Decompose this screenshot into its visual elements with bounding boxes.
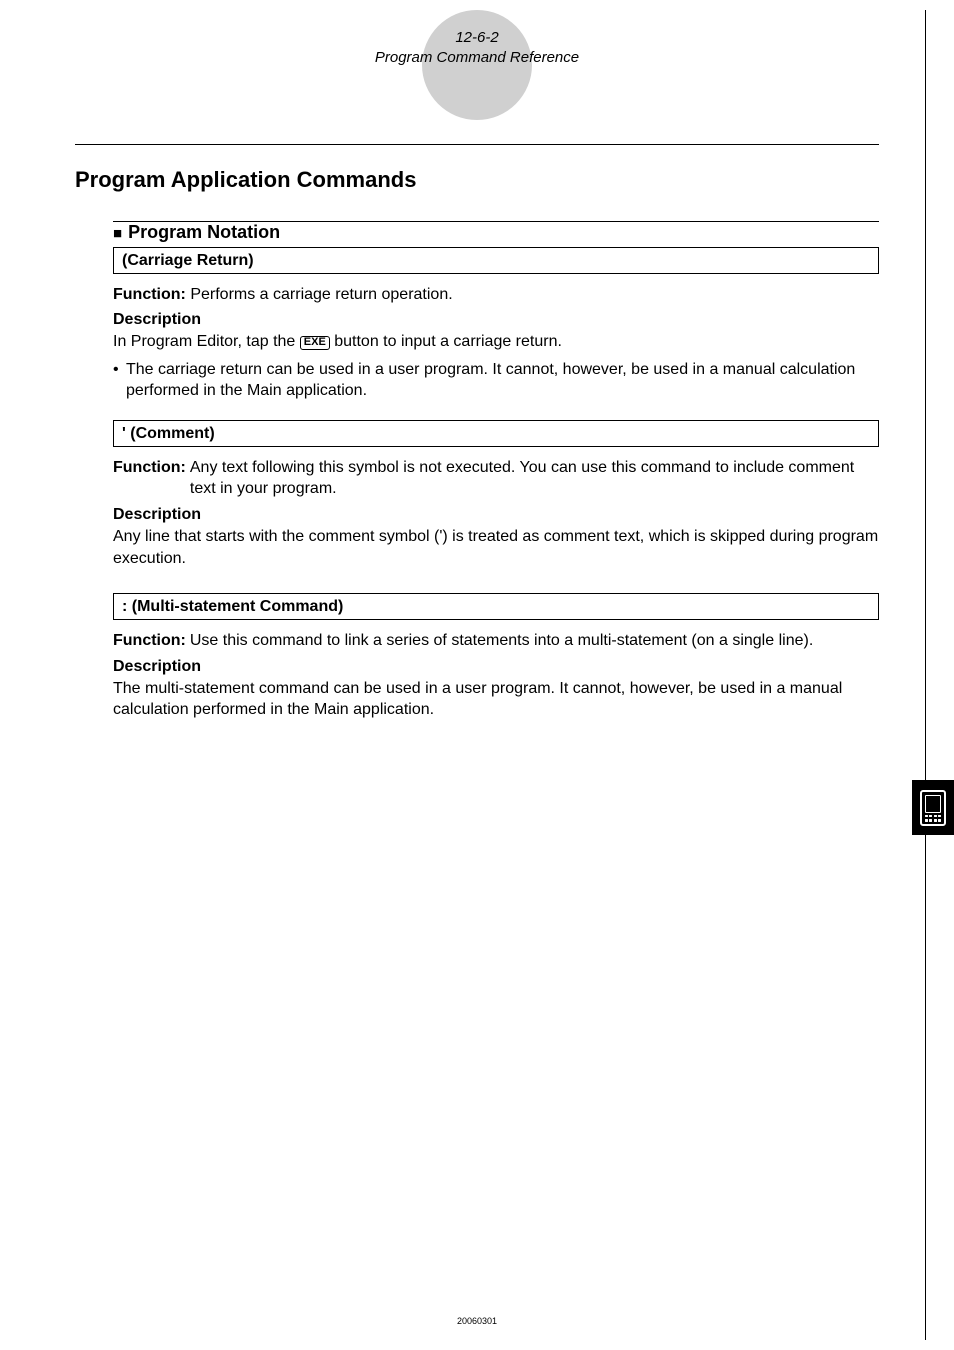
cmd3-function: Function: Use this command to link a ser…	[113, 630, 879, 652]
cmd1-desc-line1: In Program Editor, tap the EXE button to…	[113, 331, 879, 353]
calculator-screen-icon	[925, 795, 941, 813]
sub-block: ■ Program Notation (Carriage Return) Func…	[75, 221, 879, 722]
description-label: Description	[113, 311, 879, 329]
calculator-keys-icon	[922, 813, 944, 824]
desc-text-1b: button to input a carriage return.	[330, 333, 562, 350]
top-rule	[75, 144, 879, 145]
function-text: Use this command to link a series of sta…	[190, 630, 813, 652]
section-heading: ■ Program Notation	[113, 222, 879, 243]
cmd1-bullet: • The carriage return can be used in a u…	[113, 359, 879, 402]
side-tab	[912, 780, 954, 835]
section-heading-text: Program Notation	[128, 222, 280, 242]
header-title: Program Command Reference	[0, 48, 954, 68]
right-page-border	[925, 10, 926, 1340]
cmd1-function: Function: Performs a carriage return ope…	[113, 284, 879, 306]
bullet-dot-icon: •	[113, 359, 126, 402]
function-text: Performs a carriage return operation.	[186, 286, 453, 303]
footer-date: 20060301	[0, 1316, 954, 1326]
description-label: Description	[113, 506, 879, 524]
command-box-comment: ' (Comment)	[113, 420, 879, 447]
function-label: Function:	[113, 457, 186, 500]
command-box-carriage-return: (Carriage Return)	[113, 247, 879, 274]
cmd2-desc-text: Any line that starts with the comment sy…	[113, 526, 879, 569]
page-header: 12-6-2 Program Command Reference	[0, 0, 954, 69]
cmd2-function: Function: Any text following this symbol…	[113, 457, 879, 500]
desc-text-1a: In Program Editor, tap the	[113, 333, 300, 350]
main-heading: Program Application Commands	[75, 167, 879, 193]
description-label: Description	[113, 658, 879, 676]
main-content: Program Application Commands ■ Program No…	[0, 144, 954, 722]
square-bullet-icon: ■	[113, 225, 122, 242]
header-text-block: 12-6-2 Program Command Reference	[0, 28, 954, 69]
calculator-icon	[920, 790, 946, 826]
command-box-multi-statement: : (Multi-statement Command)	[113, 593, 879, 620]
function-label: Function:	[113, 630, 186, 652]
exe-button-icon: EXE	[300, 336, 330, 350]
cmd3-desc-text: The multi-statement command can be used …	[113, 678, 879, 721]
bullet-text: The carriage return can be used in a use…	[126, 359, 879, 402]
page-ref: 12-6-2	[0, 28, 954, 48]
function-label: Function:	[113, 286, 186, 303]
function-text: Any text following this symbol is not ex…	[190, 457, 879, 500]
